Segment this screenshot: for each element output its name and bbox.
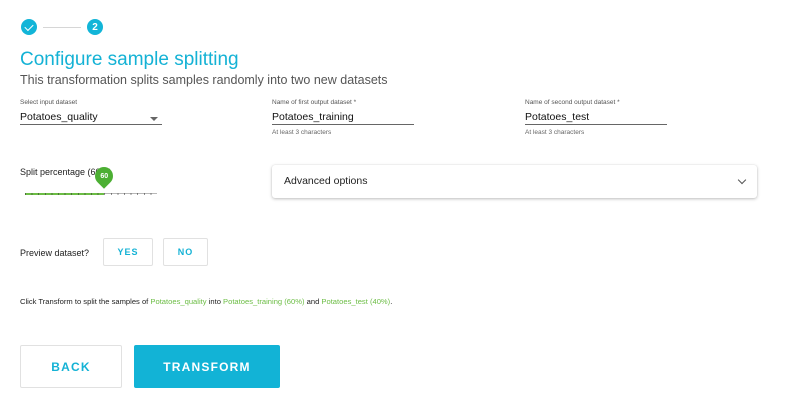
input-dataset-select[interactable]: Select input dataset Potatoes_quality bbox=[20, 99, 162, 125]
transform-button[interactable]: TRANSFORM bbox=[134, 345, 280, 388]
input-dataset-text: Potatoes_quality bbox=[20, 111, 98, 123]
second-output-hint: At least 3 characters bbox=[525, 129, 585, 136]
chevron-down-icon[interactable] bbox=[150, 117, 158, 121]
first-output-label: Name of first output dataset * bbox=[272, 99, 357, 106]
summary-text: and bbox=[304, 297, 322, 306]
second-output-label: Name of second output dataset * bbox=[525, 99, 620, 106]
chevron-down-icon[interactable] bbox=[737, 175, 747, 185]
summary-input-dataset: Potatoes_quality bbox=[150, 297, 207, 306]
back-button[interactable]: BACK bbox=[20, 345, 122, 388]
second-output-field[interactable]: Name of second output dataset * Potatoes… bbox=[525, 99, 667, 136]
slider-ticks bbox=[25, 193, 157, 195]
stepper: 2 bbox=[21, 19, 111, 35]
slider-value-label: 60 bbox=[100, 172, 109, 180]
input-dataset-value[interactable]: Potatoes_quality bbox=[20, 110, 162, 125]
split-slider[interactable]: 60 bbox=[25, 163, 157, 195]
first-output-field[interactable]: Name of first output dataset * Potatoes_… bbox=[272, 99, 414, 136]
second-output-input[interactable]: Potatoes_test bbox=[525, 110, 667, 125]
step-connector bbox=[43, 27, 81, 28]
transform-summary: Click Transform to split the samples of … bbox=[20, 297, 392, 306]
input-dataset-label: Select input dataset bbox=[20, 99, 78, 106]
summary-second-output: Potatoes_test (40%) bbox=[321, 297, 391, 306]
preview-dataset-label: Preview dataset? bbox=[20, 248, 90, 258]
check-icon bbox=[24, 21, 34, 31]
summary-suffix: . bbox=[390, 297, 393, 306]
summary-text: into bbox=[206, 297, 224, 306]
advanced-options-panel[interactable]: Advanced options bbox=[272, 165, 757, 198]
preview-no-button[interactable]: NO bbox=[163, 238, 208, 266]
step-1-complete[interactable] bbox=[21, 19, 37, 35]
page-title: Configure sample splitting bbox=[20, 49, 239, 70]
summary-prefix: Click Transform to split the samples of bbox=[20, 297, 151, 306]
preview-yes-button[interactable]: YES bbox=[103, 238, 153, 266]
first-output-input[interactable]: Potatoes_training bbox=[272, 110, 414, 125]
step-2-active: 2 bbox=[87, 19, 103, 35]
page-subtitle: This transformation splits samples rando… bbox=[20, 73, 388, 87]
advanced-options-label: Advanced options bbox=[284, 175, 368, 187]
summary-first-output: Potatoes_training (60%) bbox=[223, 297, 305, 306]
first-output-hint: At least 3 characters bbox=[272, 129, 332, 136]
